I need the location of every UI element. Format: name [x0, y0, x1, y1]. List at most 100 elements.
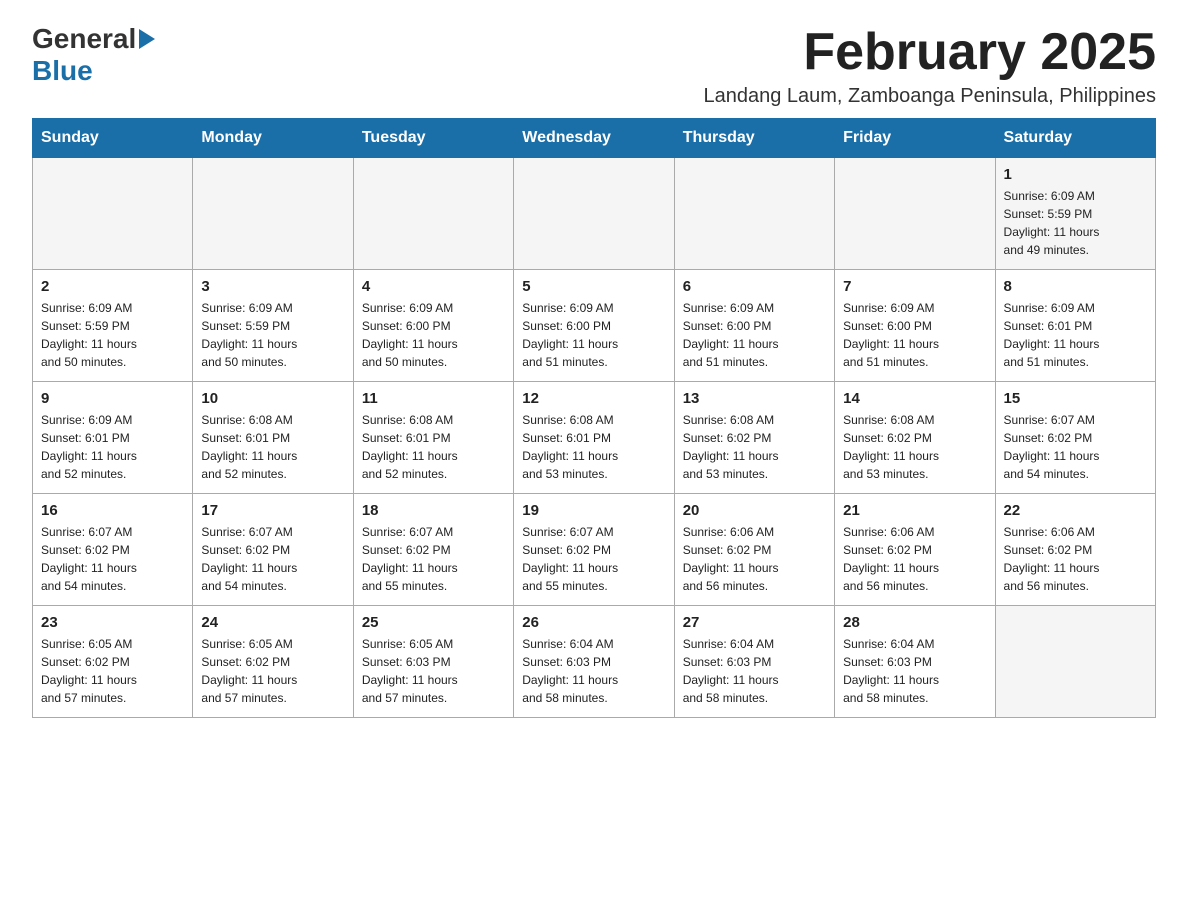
- day-info: Sunrise: 6:06 AM Sunset: 6:02 PM Dayligh…: [683, 523, 826, 595]
- day-info: Sunrise: 6:09 AM Sunset: 6:00 PM Dayligh…: [362, 299, 505, 371]
- calendar-cell: [193, 158, 353, 270]
- day-number: 12: [522, 390, 665, 407]
- calendar-header-thursday: Thursday: [674, 119, 834, 158]
- day-number: 3: [201, 278, 344, 295]
- logo-general-text: General: [32, 24, 136, 55]
- day-number: 14: [843, 390, 986, 407]
- day-info: Sunrise: 6:07 AM Sunset: 6:02 PM Dayligh…: [1004, 411, 1147, 483]
- day-number: 26: [522, 614, 665, 631]
- day-info: Sunrise: 6:08 AM Sunset: 6:01 PM Dayligh…: [522, 411, 665, 483]
- day-info: Sunrise: 6:09 AM Sunset: 5:59 PM Dayligh…: [201, 299, 344, 371]
- calendar-week-row: 1 Sunrise: 6:09 AM Sunset: 5:59 PM Daylig…: [33, 158, 1156, 270]
- calendar-cell: 5 Sunrise: 6:09 AM Sunset: 6:00 PM Daylig…: [514, 270, 674, 382]
- calendar-cell: 21Sunrise: 6:06 AM Sunset: 6:02 PM Dayli…: [835, 494, 995, 606]
- day-number: 21: [843, 502, 986, 519]
- logo-top-line: General: [32, 24, 155, 55]
- calendar-cell: 2 Sunrise: 6:09 AM Sunset: 5:59 PM Daylig…: [33, 270, 193, 382]
- day-info: Sunrise: 6:09 AM Sunset: 6:00 PM Dayligh…: [843, 299, 986, 371]
- day-info: Sunrise: 6:04 AM Sunset: 6:03 PM Dayligh…: [843, 635, 986, 707]
- day-number: 1: [1004, 166, 1147, 183]
- calendar-cell: 1 Sunrise: 6:09 AM Sunset: 5:59 PM Daylig…: [995, 158, 1155, 270]
- calendar-header-saturday: Saturday: [995, 119, 1155, 158]
- day-number: 6: [683, 278, 826, 295]
- day-number: 7: [843, 278, 986, 295]
- day-info: Sunrise: 6:09 AM Sunset: 6:00 PM Dayligh…: [522, 299, 665, 371]
- day-info: Sunrise: 6:05 AM Sunset: 6:02 PM Dayligh…: [201, 635, 344, 707]
- day-info: Sunrise: 6:07 AM Sunset: 6:02 PM Dayligh…: [522, 523, 665, 595]
- calendar-cell: 28 Sunrise: 6:04 AM Sunset: 6:03 PM Dayli…: [835, 606, 995, 718]
- calendar-week-row: 9 Sunrise: 6:09 AM Sunset: 6:01 PM Daylig…: [33, 382, 1156, 494]
- day-number: 23: [41, 614, 184, 631]
- day-number: 18: [362, 502, 505, 519]
- day-info: Sunrise: 6:09 AM Sunset: 6:01 PM Dayligh…: [41, 411, 184, 483]
- calendar-cell: [674, 158, 834, 270]
- day-number: 8: [1004, 278, 1147, 295]
- title-block: February 2025 Landang Laum, Zamboanga Pe…: [703, 24, 1156, 108]
- location-title: Landang Laum, Zamboanga Peninsula, Phili…: [703, 85, 1156, 108]
- calendar-cell: 19 Sunrise: 6:07 AM Sunset: 6:02 PM Dayli…: [514, 494, 674, 606]
- calendar-cell: [835, 158, 995, 270]
- calendar-cell: 15 Sunrise: 6:07 AM Sunset: 6:02 PM Dayli…: [995, 382, 1155, 494]
- calendar-cell: 16 Sunrise: 6:07 AM Sunset: 6:02 PM Dayli…: [33, 494, 193, 606]
- calendar-cell: 17Sunrise: 6:07 AM Sunset: 6:02 PM Dayli…: [193, 494, 353, 606]
- day-info: Sunrise: 6:09 AM Sunset: 5:59 PM Dayligh…: [1004, 187, 1147, 259]
- calendar-week-row: 2 Sunrise: 6:09 AM Sunset: 5:59 PM Daylig…: [33, 270, 1156, 382]
- calendar-table: SundayMondayTuesdayWednesdayThursdayFrid…: [32, 118, 1156, 718]
- day-info: Sunrise: 6:09 AM Sunset: 5:59 PM Dayligh…: [41, 299, 184, 371]
- day-number: 19: [522, 502, 665, 519]
- calendar-cell: 4Sunrise: 6:09 AM Sunset: 6:00 PM Daylig…: [353, 270, 513, 382]
- day-info: Sunrise: 6:08 AM Sunset: 6:02 PM Dayligh…: [843, 411, 986, 483]
- calendar-cell: 26 Sunrise: 6:04 AM Sunset: 6:03 PM Dayli…: [514, 606, 674, 718]
- calendar-cell: [33, 158, 193, 270]
- month-title: February 2025: [703, 24, 1156, 81]
- calendar-header-wednesday: Wednesday: [514, 119, 674, 158]
- calendar-week-row: 16 Sunrise: 6:07 AM Sunset: 6:02 PM Dayli…: [33, 494, 1156, 606]
- calendar-header-friday: Friday: [835, 119, 995, 158]
- calendar-cell: 14 Sunrise: 6:08 AM Sunset: 6:02 PM Dayli…: [835, 382, 995, 494]
- calendar-header-row: SundayMondayTuesdayWednesdayThursdayFrid…: [33, 119, 1156, 158]
- day-info: Sunrise: 6:07 AM Sunset: 6:02 PM Dayligh…: [201, 523, 344, 595]
- day-info: Sunrise: 6:04 AM Sunset: 6:03 PM Dayligh…: [683, 635, 826, 707]
- day-number: 9: [41, 390, 184, 407]
- calendar-cell: 6 Sunrise: 6:09 AM Sunset: 6:00 PM Daylig…: [674, 270, 834, 382]
- day-info: Sunrise: 6:08 AM Sunset: 6:02 PM Dayligh…: [683, 411, 826, 483]
- day-info: Sunrise: 6:05 AM Sunset: 6:03 PM Dayligh…: [362, 635, 505, 707]
- day-info: Sunrise: 6:09 AM Sunset: 6:00 PM Dayligh…: [683, 299, 826, 371]
- logo-triangle-icon: [139, 29, 155, 49]
- day-number: 16: [41, 502, 184, 519]
- calendar-cell: 25 Sunrise: 6:05 AM Sunset: 6:03 PM Dayli…: [353, 606, 513, 718]
- day-number: 20: [683, 502, 826, 519]
- day-number: 2: [41, 278, 184, 295]
- day-number: 5: [522, 278, 665, 295]
- day-info: Sunrise: 6:06 AM Sunset: 6:02 PM Dayligh…: [1004, 523, 1147, 595]
- day-info: Sunrise: 6:07 AM Sunset: 6:02 PM Dayligh…: [41, 523, 184, 595]
- calendar-header-sunday: Sunday: [33, 119, 193, 158]
- day-info: Sunrise: 6:09 AM Sunset: 6:01 PM Dayligh…: [1004, 299, 1147, 371]
- day-number: 24: [201, 614, 344, 631]
- day-info: Sunrise: 6:07 AM Sunset: 6:02 PM Dayligh…: [362, 523, 505, 595]
- calendar-cell: [514, 158, 674, 270]
- page-header: General Blue February 2025 Landang Laum,…: [32, 24, 1156, 108]
- calendar-cell: 24 Sunrise: 6:05 AM Sunset: 6:02 PM Dayli…: [193, 606, 353, 718]
- logo: General Blue: [32, 24, 155, 87]
- calendar-cell: 10 Sunrise: 6:08 AM Sunset: 6:01 PM Dayli…: [193, 382, 353, 494]
- day-number: 10: [201, 390, 344, 407]
- calendar-cell: 27Sunrise: 6:04 AM Sunset: 6:03 PM Dayli…: [674, 606, 834, 718]
- calendar-week-row: 23 Sunrise: 6:05 AM Sunset: 6:02 PM Dayli…: [33, 606, 1156, 718]
- calendar-cell: 11Sunrise: 6:08 AM Sunset: 6:01 PM Dayli…: [353, 382, 513, 494]
- calendar-cell: 18 Sunrise: 6:07 AM Sunset: 6:02 PM Dayli…: [353, 494, 513, 606]
- day-info: Sunrise: 6:05 AM Sunset: 6:02 PM Dayligh…: [41, 635, 184, 707]
- calendar-cell: 23 Sunrise: 6:05 AM Sunset: 6:02 PM Dayli…: [33, 606, 193, 718]
- calendar-cell: [995, 606, 1155, 718]
- calendar-cell: 9 Sunrise: 6:09 AM Sunset: 6:01 PM Daylig…: [33, 382, 193, 494]
- calendar-cell: 12 Sunrise: 6:08 AM Sunset: 6:01 PM Dayli…: [514, 382, 674, 494]
- day-number: 15: [1004, 390, 1147, 407]
- day-info: Sunrise: 6:08 AM Sunset: 6:01 PM Dayligh…: [362, 411, 505, 483]
- calendar-header-tuesday: Tuesday: [353, 119, 513, 158]
- day-number: 25: [362, 614, 505, 631]
- day-number: 13: [683, 390, 826, 407]
- day-info: Sunrise: 6:04 AM Sunset: 6:03 PM Dayligh…: [522, 635, 665, 707]
- day-number: 28: [843, 614, 986, 631]
- logo-blue-text: Blue: [32, 55, 155, 87]
- day-info: Sunrise: 6:08 AM Sunset: 6:01 PM Dayligh…: [201, 411, 344, 483]
